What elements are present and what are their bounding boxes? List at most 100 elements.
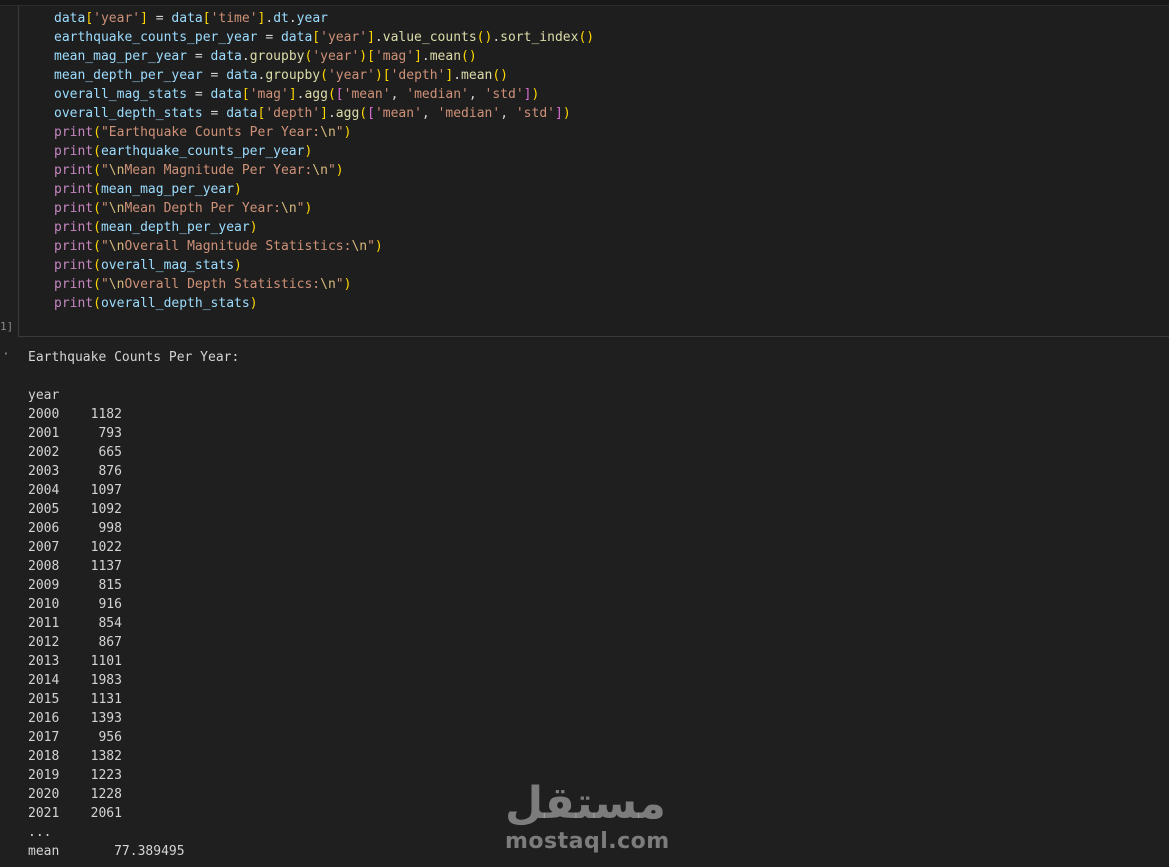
code-token: \n <box>108 277 125 292</box>
row-gap <box>59 521 98 536</box>
output-marker[interactable]: · <box>2 347 10 362</box>
code-token: \n <box>108 239 125 254</box>
code-line[interactable]: print(overall_depth_stats) <box>54 294 594 313</box>
code-token: " <box>100 201 109 216</box>
code-line[interactable]: data['year'] = data['time'].dt.year <box>54 9 594 28</box>
code-token: print <box>54 163 94 178</box>
code-token: ] <box>414 49 422 64</box>
code-token: sort_index <box>500 30 579 45</box>
series-row: 2015 1131 <box>28 690 239 709</box>
code-token: \n <box>312 163 328 178</box>
series-row: 2003 876 <box>28 462 239 481</box>
code-line[interactable]: print("Earthquake Counts Per Year:\n") <box>54 123 594 142</box>
code-line[interactable]: print("\nMean Depth Per Year:\n") <box>54 199 594 218</box>
code-token: [ <box>312 30 321 45</box>
code-line[interactable]: mean_depth_per_year = data. groupby('year… <box>54 66 594 85</box>
code-token: , <box>421 106 438 121</box>
code-token: ( <box>93 144 101 159</box>
output-title: Earthquake Counts Per Year: <box>28 350 240 365</box>
code-token: , <box>468 87 485 102</box>
code-token: . <box>327 106 336 121</box>
row-gap <box>59 426 98 441</box>
code-token: 'mag' <box>249 87 289 102</box>
row-year: 2011 <box>28 616 60 631</box>
row-year: 2001 <box>28 426 60 441</box>
code-line[interactable]: print("\nOverall Depth Statistics:\n") <box>54 275 594 294</box>
code-token: ( <box>359 106 368 121</box>
row-year: 2015 <box>28 692 60 707</box>
code-token: Overall Magnitude Statistics: <box>124 239 352 254</box>
code-token: ) <box>359 49 368 64</box>
row-count: 956 <box>98 730 122 745</box>
code-token: ( <box>93 182 101 197</box>
code-token: groupby <box>265 68 321 83</box>
code-token: \n <box>320 277 336 292</box>
row-gap <box>59 407 90 422</box>
code-token: ] <box>554 106 563 121</box>
code-token: ( <box>93 201 101 216</box>
code-token: Mean Depth Per Year: <box>124 201 281 216</box>
code-token: 'mean' <box>374 106 422 121</box>
code-token: 'year' <box>312 49 360 64</box>
row-count: 1092 <box>90 502 122 517</box>
row-year: 2009 <box>28 578 60 593</box>
row-gap <box>59 654 90 669</box>
row-count: 1137 <box>90 559 122 574</box>
row-count: 1393 <box>90 711 122 726</box>
code-line[interactable]: mean_mag_per_year = data.groupby('year')… <box>54 47 594 66</box>
code-token: ) <box>335 163 344 178</box>
code-token: ) <box>234 258 242 273</box>
code-token: print <box>54 239 94 254</box>
row-count: 916 <box>98 597 122 612</box>
row-year: 2018 <box>28 749 60 764</box>
series-row: 2010 916 <box>28 595 239 614</box>
code-token: = <box>187 87 211 102</box>
code-line[interactable]: print(overall_mag_stats) <box>54 256 594 275</box>
row-gap <box>59 711 90 726</box>
code-cell-editor[interactable]: data['year'] = data['time'].dt.year earth… <box>18 6 1169 337</box>
code-token: data <box>226 106 258 121</box>
code-token: \n <box>108 163 125 178</box>
code-token: = <box>147 11 172 26</box>
stat-label: mean <box>28 844 60 859</box>
code-token: [ <box>382 68 391 83</box>
series-rows: 2000 1182 2001 793 2002 665 2003 876 2004 10… <box>28 405 239 823</box>
code-line[interactable]: overall_depth_stats = data ['depth'].agg(… <box>54 104 594 123</box>
code-line[interactable]: print("\nMean Magnitude Per Year:\n") <box>54 161 594 180</box>
code-token: agg <box>304 87 328 102</box>
code-line[interactable]: overall_mag_stats = data['mag'].agg(['me… <box>54 85 594 104</box>
row-gap <box>59 540 90 555</box>
code-token: 'depth' <box>265 106 321 121</box>
code-token: "Earthquake Counts Per Year: <box>100 125 321 140</box>
code-token: . <box>265 11 274 26</box>
series-row: 2013 1101 <box>28 652 239 671</box>
row-count: 876 <box>98 464 122 479</box>
code-token: , <box>390 87 407 102</box>
row-year: 2008 <box>28 559 60 574</box>
code-token: " <box>335 277 344 292</box>
code-token: 'median' <box>437 106 501 121</box>
code-token: print <box>54 125 94 140</box>
code-token: ] <box>367 30 375 45</box>
row-gap <box>59 806 90 821</box>
code-token: 'depth' <box>390 68 446 83</box>
row-gap <box>59 483 90 498</box>
code-line[interactable]: print(mean_mag_per_year) <box>54 180 594 199</box>
row-year: 2014 <box>28 673 60 688</box>
code-line[interactable]: print(mean_depth_per_year) <box>54 218 594 237</box>
code-lines[interactable]: data['year'] = data['time'].dt.year earth… <box>54 9 594 313</box>
code-token: = <box>202 106 227 121</box>
row-gap <box>59 578 98 593</box>
code-token: agg <box>335 106 360 121</box>
code-token: print <box>54 258 94 273</box>
code-line[interactable]: print(earthquake_counts_per_year) <box>54 142 594 161</box>
code-token: " <box>335 125 344 140</box>
code-line[interactable]: print("\nOverall Magnitude Statistics:\n… <box>54 237 594 256</box>
code-token: mean <box>429 49 462 64</box>
series-row: 2007 1022 <box>28 538 239 557</box>
code-token: ) <box>562 106 571 121</box>
code-line[interactable]: earthquake_counts_per_year = data['year'… <box>54 28 594 47</box>
code-token: Mean Magnitude Per Year: <box>124 163 313 178</box>
row-count: 665 <box>98 445 122 460</box>
code-token: . <box>453 68 462 83</box>
